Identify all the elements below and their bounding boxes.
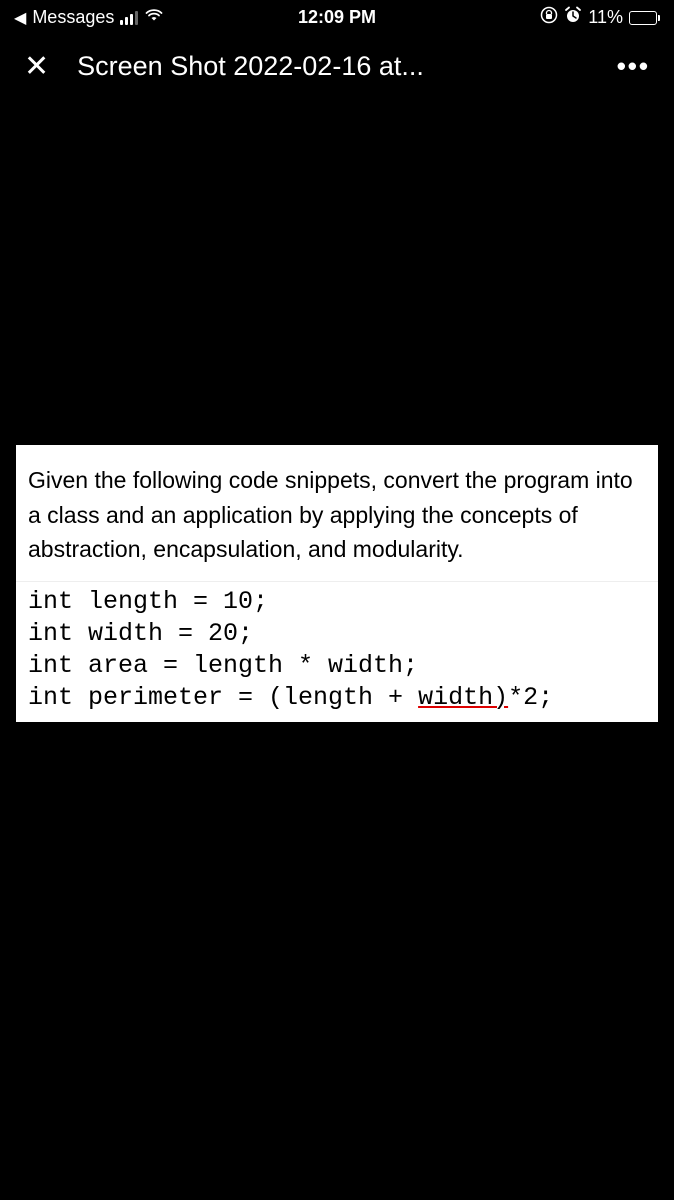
close-button[interactable]: ✕ <box>24 52 49 82</box>
code-block: int length = 10; int width = 20; int are… <box>16 581 658 722</box>
code-line-4-part2: *2; <box>508 683 553 712</box>
more-options-button[interactable]: ••• <box>617 60 650 73</box>
code-line-4-underlined: width) <box>418 683 508 712</box>
battery-percent: 11% <box>588 7 623 28</box>
question-text: Given the following code snippets, conve… <box>28 463 646 567</box>
title-bar: ✕ Screen Shot 2022-02-16 at... ••• <box>0 33 674 100</box>
battery-icon <box>629 11 660 25</box>
page-title: Screen Shot 2022-02-16 at... <box>77 51 589 82</box>
back-app-label[interactable]: Messages <box>32 7 114 28</box>
image-content[interactable]: Given the following code snippets, conve… <box>16 445 658 722</box>
question-block: Given the following code snippets, conve… <box>16 445 658 581</box>
code-line-2: int width = 20; <box>28 619 253 648</box>
code-line-1: int length = 10; <box>28 587 268 616</box>
code-line-4-part1: int perimeter = (length + <box>28 683 418 712</box>
alarm-icon <box>564 6 582 29</box>
status-bar: ◀ Messages 12:09 PM <box>0 0 674 33</box>
cellular-signal-icon <box>120 11 138 25</box>
status-right: 11% <box>540 6 660 29</box>
status-time: 12:09 PM <box>298 7 376 28</box>
code-line-3: int area = length * width; <box>28 651 418 680</box>
back-arrow-icon[interactable]: ◀ <box>14 8 26 28</box>
orientation-lock-icon <box>540 6 558 29</box>
wifi-icon <box>144 7 164 28</box>
status-left: ◀ Messages <box>14 7 164 28</box>
